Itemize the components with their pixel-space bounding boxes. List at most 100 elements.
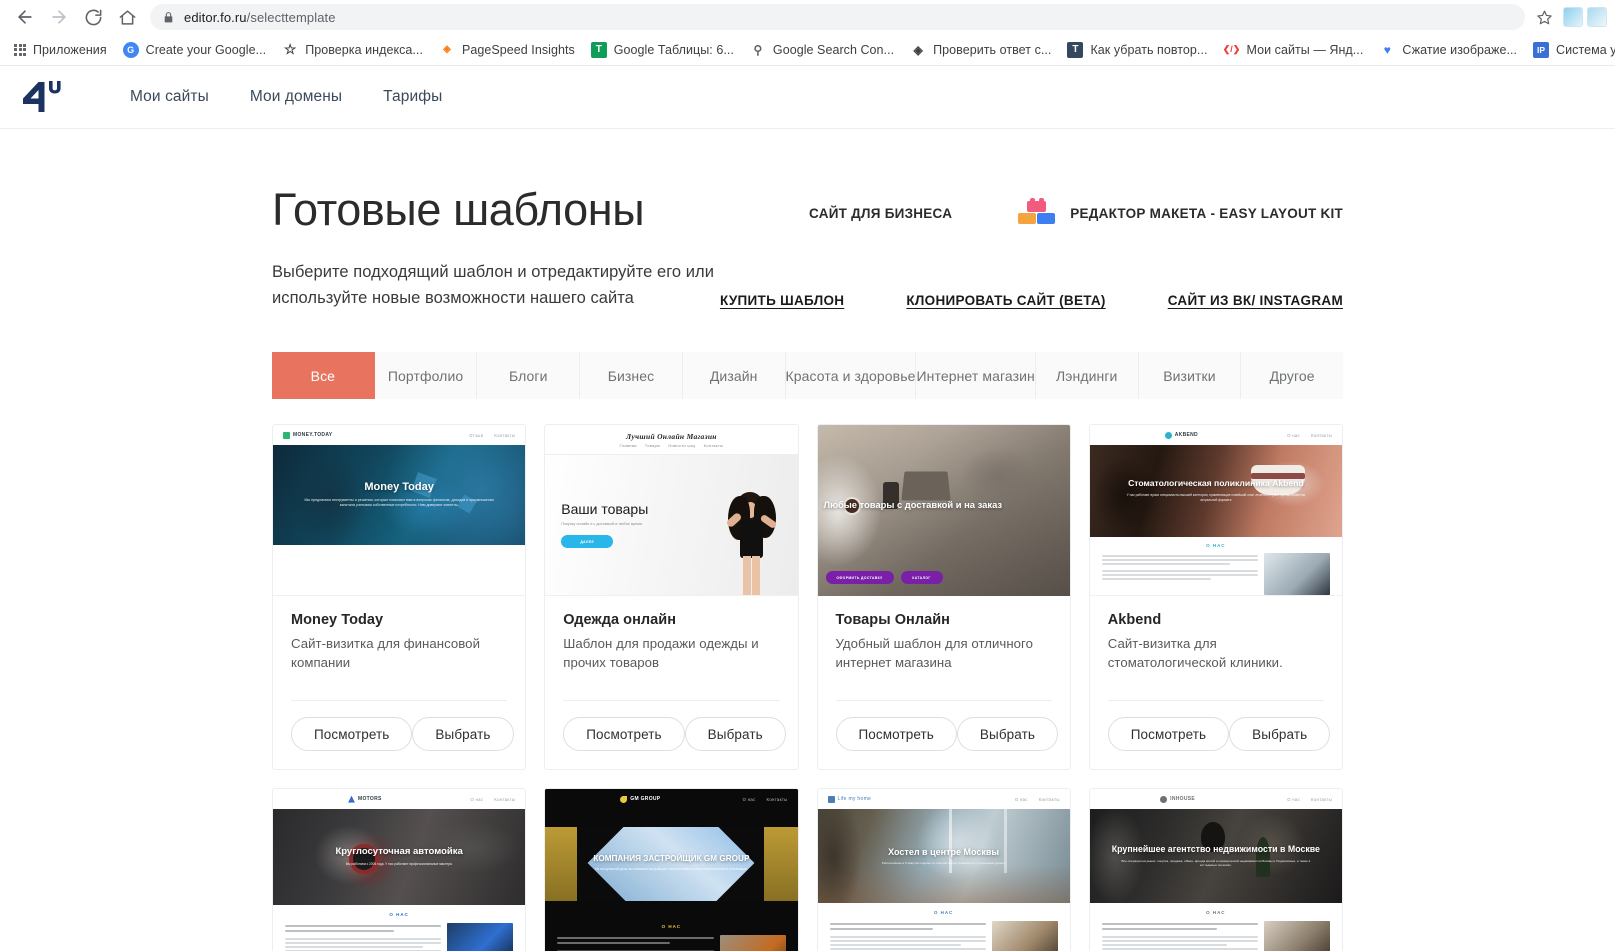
bookmark-label: Система управлен <box>1556 42 1615 57</box>
template-thumbnail[interactable]: GM GROUP О нас Контакты КОМПАНИЯ ЗАСТРОЙЩ… <box>545 789 798 951</box>
template-card[interactable]: Лучший Онлайн Магазин Главная Товары Новос… <box>544 424 799 771</box>
lego-blocks-icon <box>1018 198 1056 226</box>
address-bar[interactable]: editor.fo.ru/selecttemplate <box>150 4 1525 30</box>
page-action-links: КУПИТЬ ШАБЛОН КЛОНИРОВАТЬ САЙТ (BETA) СА… <box>720 293 1343 311</box>
preview-button[interactable]: Посмотреть <box>835 717 957 752</box>
tab-all[interactable]: Все <box>272 352 375 400</box>
template-thumbnail[interactable]: Лучший Онлайн Магазин Главная Товары Новос… <box>545 425 798 597</box>
select-button[interactable]: Выбрать <box>684 717 786 752</box>
preview-button[interactable]: Посмотреть <box>291 717 413 752</box>
template-card[interactable]: INHOUSE О нас Контакты Крупнейшее агентст… <box>1088 788 1343 951</box>
template-description: Сайт-визитка для стоматологической клини… <box>1107 636 1283 670</box>
bookmark-label: PageSpeed Insights <box>461 42 575 57</box>
template-thumbnail[interactable]: MOTORS О нас Контакты Круглосуточная авто… <box>273 789 526 951</box>
bookmark-search-console[interactable]: ⚲ Google Search Con... <box>742 38 902 62</box>
mock-hero-sub: Покупку онлайн и с доставкой в любое вре… <box>561 522 642 527</box>
back-arrow-icon[interactable] <box>8 0 42 34</box>
bookmark-image-compression[interactable]: ♥ Сжатие изображе... <box>1371 38 1525 62</box>
mock-cta-catalog: КАТАЛОГ <box>900 571 943 585</box>
mock-cta-button: ДАЛЕЕ <box>561 535 614 549</box>
sheets-icon: T <box>590 41 607 58</box>
select-button[interactable]: Выбрать <box>956 717 1058 752</box>
preview-button[interactable]: Посмотреть <box>563 717 685 752</box>
buy-template-link[interactable]: КУПИТЬ ШАБЛОН <box>720 293 844 308</box>
diamond-icon: ◈ <box>913 42 923 57</box>
template-card[interactable]: AKBEND О нас Контакты Стоматологическая п… <box>1088 424 1343 771</box>
page-title: Готовые шаблоны <box>272 184 645 235</box>
bookmark-apps[interactable]: Приложения <box>6 38 115 62</box>
bookmark-remove-duplicates[interactable]: T Как убрать повтор... <box>1059 38 1215 62</box>
bookmark-my-sites-yandex[interactable]: ❮/❯ Мои сайты — Янд... <box>1216 38 1372 62</box>
bookmarks-bar: Приложения G Create your Google... ☆ Про… <box>0 34 1615 65</box>
bookmark-management-system[interactable]: IP Система управлен <box>1525 38 1615 62</box>
mock-navbar: MOTORS О нас Контакты <box>273 789 525 809</box>
tab-landings[interactable]: Лэндинги <box>1035 352 1139 400</box>
template-thumbnail[interactable]: AKBEND О нас Контакты Стоматологическая п… <box>1089 425 1342 597</box>
extension-icon-2[interactable] <box>1587 7 1607 27</box>
reload-icon[interactable] <box>76 0 110 34</box>
mock-navbar: INHOUSE О нас Контакты <box>1090 789 1342 809</box>
mock-hero-title: Стоматологическая поликлиника Akbend <box>1128 478 1304 489</box>
nav-item-pricing[interactable]: Тарифы <box>383 88 442 106</box>
heart-icon: ♥ <box>1383 42 1391 57</box>
template-card[interactable]: MOTORS О нас Контакты Круглосуточная авто… <box>272 788 527 951</box>
logo-icon <box>23 81 61 112</box>
bookmark-create-google[interactable]: G Create your Google... <box>115 38 275 62</box>
bookmark-google-sheets[interactable]: T Google Таблицы: 6... <box>583 38 742 62</box>
globe-icon: G <box>122 41 139 58</box>
clone-site-link[interactable]: КЛОНИРОВАТЬ САЙТ (BETA) <box>906 293 1105 308</box>
mock-hero-title: Крупнейшее агентство недвижимости в Моск… <box>1111 844 1320 855</box>
logo-4u[interactable] <box>22 80 78 114</box>
mock-about: О НАС <box>273 545 526 596</box>
mock-brand: Лучший Онлайн Магазин <box>625 431 717 441</box>
mock-brand: MONEY.TODAY <box>293 432 333 439</box>
tab-business[interactable]: Бизнес <box>580 352 683 400</box>
template-actions: Посмотреть Выбрать <box>563 700 786 769</box>
mock-hero-sub: Все операции на рынке: покупка, продажа,… <box>1121 858 1311 868</box>
tab-blogs[interactable]: Блоги <box>477 352 581 400</box>
template-card[interactable]: Life my home О нас Контакты Хостел в цент… <box>816 788 1071 951</box>
bookmark-label: Как убрать повтор... <box>1090 42 1208 57</box>
bookmark-pagespeed[interactable]: ◈ PageSpeed Insights <box>431 38 583 62</box>
tab-portfolio[interactable]: Портфолио <box>374 352 478 400</box>
template-description: Сайт-визитка для финансовой компании <box>291 636 480 670</box>
nav-item-my-sites[interactable]: Мои сайты <box>130 88 209 106</box>
bookmark-check-answer[interactable]: ◈ Проверить ответ с... <box>902 38 1059 62</box>
bookmark-star-icon[interactable] <box>1529 4 1559 30</box>
template-thumbnail[interactable]: MONEY.TODAY Отзыв Контакты Money Today Мы… <box>273 425 526 597</box>
tab-other[interactable]: Другое <box>1241 352 1343 400</box>
home-icon[interactable] <box>110 0 144 34</box>
mock-brand: Life my home <box>837 796 872 803</box>
code-icon: ◈ <box>443 44 451 55</box>
template-thumbnail[interactable]: Любые товары с доставкой и на заказ ОФОР… <box>817 425 1070 597</box>
template-card[interactable]: MONEY.TODAY Отзыв Контакты Money Today Мы… <box>272 424 527 771</box>
mock-about: О НАС <box>1089 903 1342 922</box>
forward-arrow-icon[interactable] <box>42 0 76 34</box>
tab-business-cards[interactable]: Визитки <box>1138 352 1242 400</box>
preview-button[interactable]: Посмотреть <box>1107 717 1230 752</box>
mock-hero-title: Хостел в центре Москвы <box>888 846 1000 857</box>
business-site-link[interactable]: САЙТ ДЛЯ БИЗНЕСА <box>809 206 952 221</box>
select-button[interactable]: Выбрать <box>1229 717 1331 752</box>
mock-about: О НАС <box>817 903 1070 922</box>
extension-icon-1[interactable] <box>1563 7 1583 27</box>
template-card[interactable]: Любые товары с доставкой и на заказ ОФОР… <box>816 424 1071 771</box>
template-actions: Посмотреть Выбрать <box>291 700 514 769</box>
layout-editor-link[interactable]: РЕДАКТОР МАКЕТА - EASY LAYOUT KIT <box>1070 206 1343 221</box>
text-icon: T <box>1067 41 1084 58</box>
select-button[interactable]: Выбрать <box>412 717 514 752</box>
tab-design[interactable]: Дизайн <box>682 352 786 400</box>
mock-image <box>1264 921 1330 951</box>
tab-online-shop[interactable]: Интернет магазин <box>916 352 1036 400</box>
template-thumbnail[interactable]: INHOUSE О нас Контакты Крупнейшее агентст… <box>1089 789 1342 951</box>
bookmark-index-check[interactable]: ☆ Проверка индекса... <box>274 38 431 62</box>
tab-beauty-health[interactable]: Красота и здоровье <box>785 352 917 400</box>
site-header: Мои сайты Мои домены Тарифы <box>0 66 1615 129</box>
category-tabs: Все Портфолио Блоги Бизнес Дизайн Красот… <box>272 352 1343 400</box>
template-card[interactable]: GM GROUP О нас Контакты КОМПАНИЯ ЗАСТРОЙЩ… <box>544 788 799 951</box>
mock-hero-sub: Расположены в 5 минутах ходьбы от станци… <box>881 860 1006 865</box>
site-from-vk-instagram-link[interactable]: САЙТ ИЗ ВК/ INSTAGRAM <box>1168 293 1343 308</box>
template-title: Akbend <box>1107 612 1162 629</box>
template-thumbnail[interactable]: Life my home О нас Контакты Хостел в цент… <box>817 789 1070 951</box>
nav-item-my-domains[interactable]: Мои домены <box>250 88 342 106</box>
